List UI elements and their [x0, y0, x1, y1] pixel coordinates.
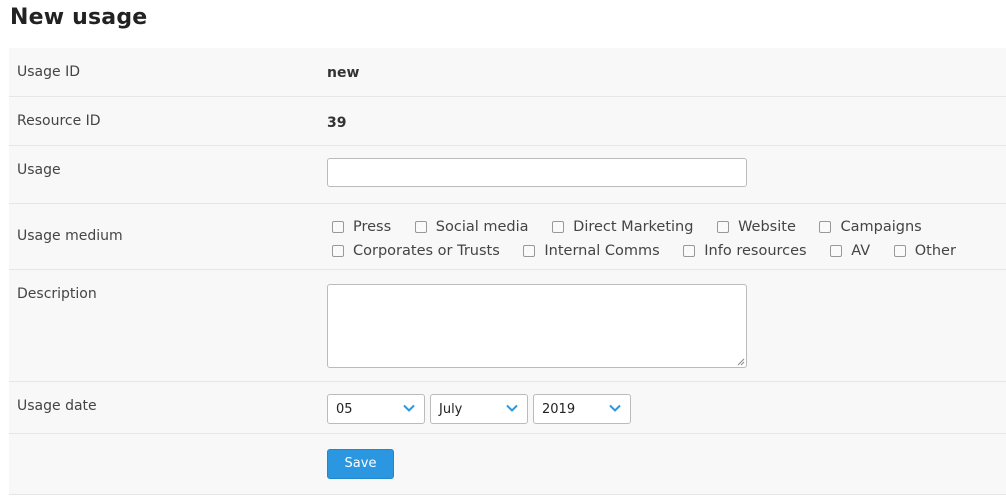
- usage-medium-checkbox-group: Press Social media Direct Marketing Webs…: [327, 216, 997, 264]
- checkbox-label: Direct Marketing: [573, 219, 694, 235]
- checkbox-label: Press: [353, 219, 392, 235]
- resource-id-row: Resource ID 39: [9, 97, 1006, 146]
- month-select-value: July: [439, 402, 463, 417]
- resource-id-value: 39: [327, 115, 347, 131]
- checkbox-label: Social media: [435, 219, 529, 235]
- usage-form: Usage ID new Resource ID 39 Usage Usage …: [9, 48, 1006, 495]
- usage-label: Usage: [17, 162, 61, 178]
- year-select-value: 2019: [542, 402, 576, 417]
- save-button[interactable]: Save: [327, 449, 394, 479]
- usage-id-value: new: [327, 65, 360, 81]
- checkbox-icon[interactable]: [893, 245, 906, 257]
- checkbox-label: Internal Comms: [544, 243, 660, 259]
- usage-date-row: Usage date 05 July 2019: [9, 382, 1006, 434]
- year-select[interactable]: 2019: [533, 394, 631, 424]
- checkbox-label: Campaigns: [840, 219, 922, 235]
- chevron-down-icon: [506, 404, 518, 412]
- checkbox-label: AV: [851, 243, 871, 259]
- checkbox-website[interactable]: Website: [712, 216, 796, 238]
- usage-medium-row: Usage medium Press Social media Direct M…: [9, 204, 1006, 270]
- usage-id-row: Usage ID new: [9, 48, 1006, 97]
- description-textarea[interactable]: [327, 284, 747, 368]
- usage-date-label: Usage date: [17, 398, 97, 414]
- checkbox-icon[interactable]: [332, 221, 344, 233]
- checkbox-icon[interactable]: [332, 245, 344, 257]
- checkbox-social-media[interactable]: Social media: [410, 216, 529, 238]
- actions-row: Save: [9, 434, 1006, 495]
- description-row: Description: [9, 270, 1006, 382]
- chevron-down-icon: [403, 404, 415, 412]
- checkbox-icon[interactable]: [523, 245, 536, 257]
- usage-row: Usage: [9, 146, 1006, 204]
- checkbox-av[interactable]: AV: [825, 240, 870, 262]
- day-select-value: 05: [336, 402, 353, 417]
- checkbox-icon[interactable]: [819, 221, 832, 233]
- checkbox-label: Website: [738, 219, 796, 235]
- checkbox-internal-comms[interactable]: Internal Comms: [518, 240, 660, 262]
- resource-id-label: Resource ID: [17, 113, 101, 129]
- page-title: New usage: [10, 5, 148, 30]
- checkbox-direct-marketing[interactable]: Direct Marketing: [547, 216, 693, 238]
- checkbox-other[interactable]: Other: [889, 240, 956, 262]
- usage-input[interactable]: [327, 158, 747, 187]
- checkbox-icon[interactable]: [717, 221, 730, 233]
- usage-id-label: Usage ID: [17, 64, 80, 80]
- description-label: Description: [17, 286, 97, 302]
- month-select[interactable]: July: [430, 394, 528, 424]
- checkbox-icon[interactable]: [683, 245, 696, 257]
- day-select[interactable]: 05: [327, 394, 425, 424]
- checkbox-info-resources[interactable]: Info resources: [678, 240, 807, 262]
- chevron-down-icon: [609, 404, 621, 412]
- checkbox-corporates-or-trusts[interactable]: Corporates or Trusts: [327, 240, 500, 262]
- checkbox-press[interactable]: Press: [327, 216, 391, 238]
- checkbox-label: Other: [914, 243, 956, 259]
- checkbox-campaigns[interactable]: Campaigns: [814, 216, 922, 238]
- usage-medium-label: Usage medium: [17, 228, 123, 244]
- checkbox-icon[interactable]: [414, 221, 427, 233]
- checkbox-label: Corporates or Trusts: [353, 243, 500, 259]
- checkbox-label: Info resources: [704, 243, 807, 259]
- resize-handle-icon[interactable]: [737, 358, 745, 366]
- checkbox-icon[interactable]: [552, 221, 565, 233]
- checkbox-icon[interactable]: [830, 245, 843, 257]
